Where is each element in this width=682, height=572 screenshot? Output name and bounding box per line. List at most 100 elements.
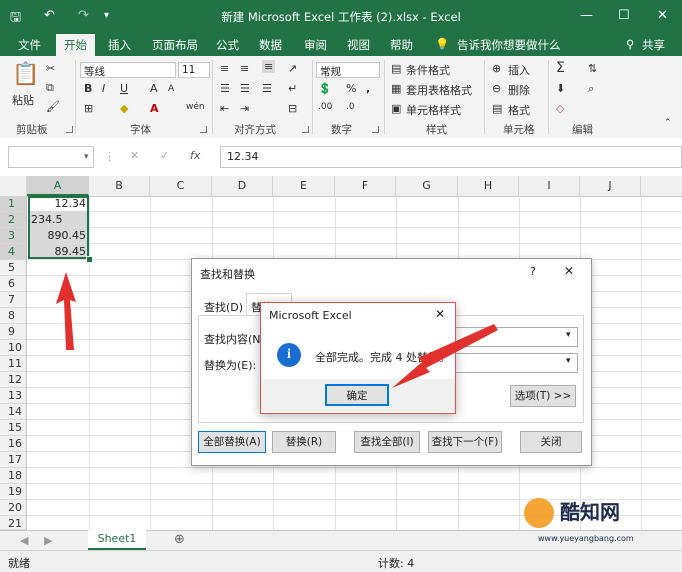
select-all-corner[interactable] [0,176,27,196]
find-next-button[interactable]: 查找下一个(F) [428,431,502,453]
tab-formulas[interactable]: 公式 [216,37,239,53]
tab-view[interactable]: 视图 [347,37,370,53]
format-table-button[interactable]: 套用表格格式 [406,82,472,98]
fill-color-icon[interactable]: ◆ [120,102,128,115]
minimize-button[interactable]: — [580,8,593,23]
formula-input[interactable]: 12.34 [220,146,682,168]
row-header[interactable]: 5 [0,260,27,276]
align-center-icon[interactable]: ☰ [240,82,250,95]
comma-icon[interactable]: , [366,82,370,95]
name-box-dropdown-icon[interactable]: ▾ [84,152,89,162]
row-header[interactable]: 17 [0,452,27,468]
cell-a1[interactable]: 12.34 [28,196,89,212]
row-header[interactable]: 20 [0,500,27,516]
merge-center-icon[interactable]: ⊟ [288,102,297,115]
close-dialog-button[interactable]: 关闭 [520,431,582,453]
font-launcher-icon[interactable] [200,126,207,133]
phonetic-icon[interactable]: wén [186,102,205,112]
cell-styles-button[interactable]: 单元格样式 [406,102,461,118]
cut-icon[interactable]: ✂ [46,62,55,75]
fill-icon[interactable]: ⬇ [556,82,565,95]
paste-icon[interactable]: 📋 [12,62,39,87]
name-box[interactable] [8,146,94,168]
currency-icon[interactable]: 💲 [318,82,332,95]
replace-all-button[interactable]: 全部替换(A) [198,431,266,453]
row-header[interactable]: 21 [0,516,27,530]
add-sheet-icon[interactable]: ⊕ [174,532,185,547]
column-header-b[interactable]: B [89,176,150,196]
italic-icon[interactable]: I [102,82,105,95]
dialog-close-icon[interactable]: ✕ [564,264,574,278]
bold-icon[interactable]: B [84,82,92,95]
percent-icon[interactable]: % [346,82,356,95]
cancel-entry-icon[interactable]: ✕ [130,149,139,162]
cell-a3[interactable]: 890.45 [28,228,89,244]
clear-icon[interactable]: ◇ [556,102,564,115]
row-header[interactable]: 16 [0,436,27,452]
align-middle-icon[interactable]: ≡ [240,62,249,75]
replace-button[interactable]: 替换(R) [272,431,336,453]
row-header[interactable]: 2 [0,212,27,228]
row-header[interactable]: 13 [0,388,27,404]
share-button[interactable]: 共享 [642,37,665,53]
tab-page-layout[interactable]: 页面布局 [152,37,198,53]
align-top-icon[interactable]: ≡ [220,62,229,75]
sort-filter-icon[interactable]: ⇅ [588,62,597,75]
scroll-left-icon[interactable]: ◀ [20,534,28,547]
row-header[interactable]: 8 [0,308,27,324]
clipboard-launcher-icon[interactable] [66,126,73,133]
tab-data[interactable]: 数据 [259,37,282,53]
insert-cells-button[interactable]: 插入 [508,62,530,78]
decrease-indent-icon[interactable]: ⇤ [220,102,229,115]
font-color-icon[interactable]: A [150,102,159,115]
increase-decimal-icon[interactable]: .00 [318,102,332,112]
row-header[interactable]: 11 [0,356,27,372]
column-header-c[interactable]: C [150,176,212,196]
row-header[interactable]: 7 [0,292,27,308]
find-dropdown-icon[interactable]: ▾ [566,330,571,340]
maximize-button[interactable]: ☐ [618,8,630,23]
underline-icon[interactable]: U [120,82,128,95]
format-cells-button[interactable]: 格式 [508,102,530,118]
tab-review[interactable]: 审阅 [304,37,327,53]
ok-button[interactable]: 确定 [325,384,389,406]
column-header-i[interactable]: I [519,176,580,196]
options-button[interactable]: 选项(T) >> [510,385,576,407]
copy-icon[interactable]: ⧉ [46,81,54,95]
cell-a4[interactable]: 89.45 [28,244,89,260]
shrink-font-icon[interactable]: A [168,84,174,94]
row-header[interactable]: 12 [0,372,27,388]
row-header[interactable]: 14 [0,404,27,420]
collapse-ribbon-icon[interactable]: ⌃ [664,118,672,128]
format-painter-icon[interactable]: 🖌 [46,100,60,113]
alignment-launcher-icon[interactable] [302,126,309,133]
row-header[interactable]: 3 [0,228,27,244]
delete-cells-button[interactable]: 删除 [508,82,530,98]
orientation-icon[interactable]: ↗ [288,62,297,75]
wrap-text-icon[interactable]: ↵ [288,82,297,95]
confirm-entry-icon[interactable]: ✓ [160,149,169,162]
column-header-f[interactable]: F [335,176,396,196]
font-size-select[interactable]: 11 [178,62,210,78]
row-header[interactable]: 4 [0,244,27,260]
row-header[interactable]: 18 [0,468,27,484]
column-header-g[interactable]: G [396,176,458,196]
cell-a2[interactable]: 234.5 [28,212,89,228]
row-header[interactable]: 9 [0,324,27,340]
tab-home[interactable]: 开始 [56,34,95,56]
tab-insert[interactable]: 插入 [108,37,131,53]
borders-icon[interactable]: ⊞ [84,102,93,115]
find-select-icon[interactable]: ⌕ [588,82,594,96]
row-header[interactable]: 6 [0,276,27,292]
row-header[interactable]: 19 [0,484,27,500]
tell-me-box[interactable]: 告诉我你想要做什么 [457,37,561,53]
align-right-icon[interactable]: ☰ [262,82,272,95]
insert-function-icon[interactable]: fx [190,149,200,162]
tab-help[interactable]: 帮助 [390,37,413,53]
column-header-d[interactable]: D [212,176,273,196]
font-name-select[interactable]: 等线 [80,62,176,78]
row-header[interactable]: 1 [0,196,27,212]
column-header-h[interactable]: H [458,176,519,196]
increase-indent-icon[interactable]: ⇥ [240,102,249,115]
row-header[interactable]: 10 [0,340,27,356]
